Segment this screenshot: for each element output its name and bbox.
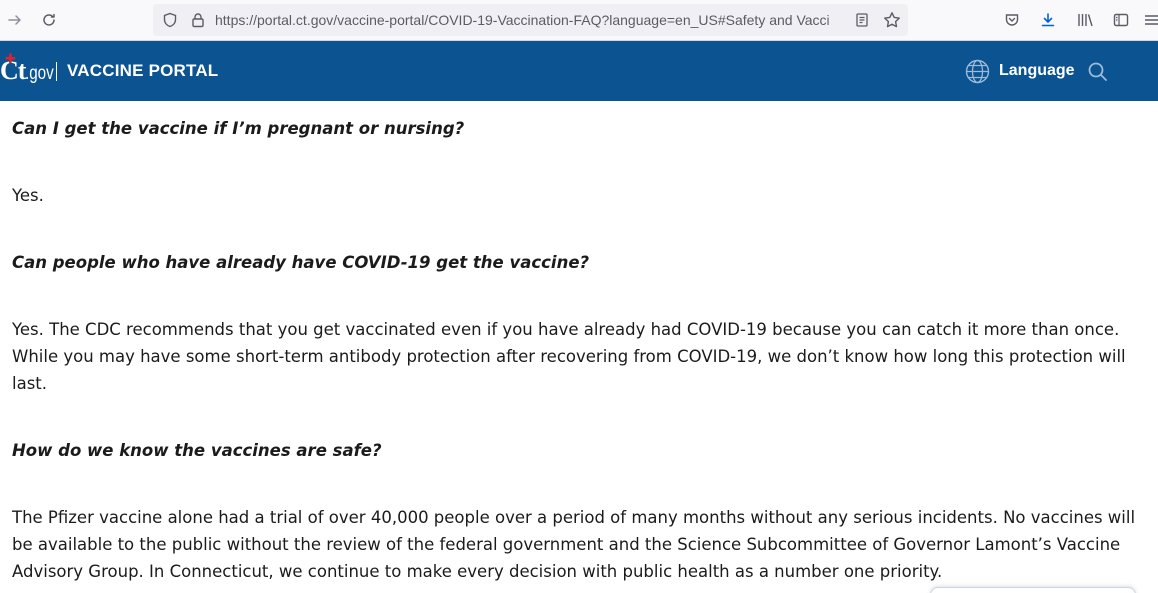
portal-title[interactable]: VACCINE PORTAL bbox=[67, 61, 218, 81]
downloads-icon[interactable] bbox=[1036, 8, 1060, 32]
faq-question: Can people who have already have COVID-1… bbox=[12, 253, 590, 272]
faq-answer: Yes. bbox=[12, 186, 44, 205]
hamburger-menu-icon[interactable] bbox=[1143, 8, 1158, 32]
reader-view-icon[interactable] bbox=[850, 8, 874, 32]
faq-question: How do we know the vaccines are safe? bbox=[12, 441, 382, 460]
faq-answer: Yes. The CDC recommends that you get vac… bbox=[12, 320, 1126, 393]
language-label: Language bbox=[999, 62, 1075, 79]
logo-plus-icon: ✚ bbox=[5, 52, 16, 67]
browser-toolbar: https://portal.ct.gov/vaccine-portal/COV… bbox=[0, 0, 1158, 41]
forward-arrow-icon[interactable] bbox=[3, 8, 27, 32]
logo-gov-text: .gov bbox=[25, 63, 55, 84]
globe-icon bbox=[965, 59, 990, 84]
library-icon[interactable] bbox=[1073, 8, 1097, 32]
url-text[interactable]: https://portal.ct.gov/vaccine-portal/COV… bbox=[215, 12, 849, 28]
header-divider bbox=[56, 62, 57, 81]
site-header: Ct ✚ .gov VACCINE PORTAL Language bbox=[0, 41, 1158, 101]
reload-icon[interactable] bbox=[37, 8, 61, 32]
faq-answer: The Pfizer vaccine alone had a trial of … bbox=[12, 508, 1136, 581]
sidebar-icon[interactable] bbox=[1109, 8, 1133, 32]
tracking-shield-icon[interactable] bbox=[158, 8, 182, 32]
url-bar[interactable]: https://portal.ct.gov/vaccine-portal/COV… bbox=[153, 4, 908, 36]
url-fade bbox=[826, 8, 848, 32]
ct-gov-logo[interactable]: Ct ✚ .gov bbox=[0, 52, 61, 86]
search-icon[interactable] bbox=[1087, 61, 1109, 83]
faq-question: Can I get the vaccine if I’m pregnant or… bbox=[12, 119, 465, 138]
bookmark-star-icon[interactable] bbox=[880, 8, 904, 32]
pocket-icon[interactable] bbox=[1000, 8, 1024, 32]
language-button[interactable]: Language bbox=[965, 58, 1075, 84]
lock-icon[interactable] bbox=[186, 8, 210, 32]
floating-widget-tab[interactable] bbox=[930, 587, 1136, 593]
